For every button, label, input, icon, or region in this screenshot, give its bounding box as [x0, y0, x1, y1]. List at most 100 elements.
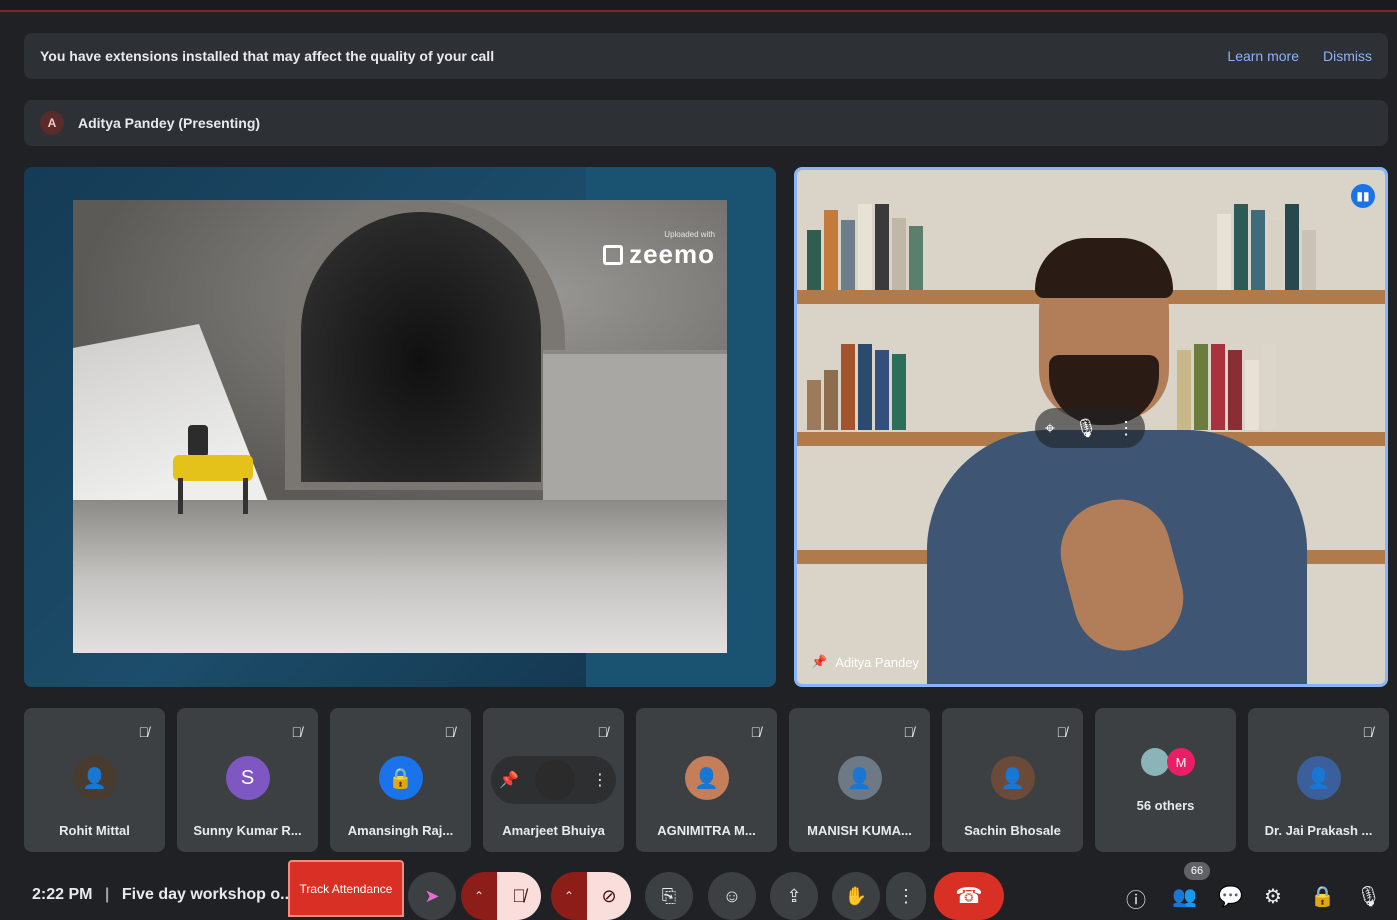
activities-icon[interactable]: ⚙	[1264, 884, 1282, 909]
participant-avatar: 👤	[837, 756, 882, 800]
mic-off-icon: 🎙̸	[750, 724, 762, 740]
participant-avatar	[535, 760, 576, 800]
present-icon: ⇪	[786, 885, 802, 906]
leave-call-button[interactable]: ☎	[934, 872, 1004, 920]
participant-name: Amarjeet Bhuiya	[502, 823, 605, 838]
dismiss-link[interactable]: Dismiss	[1323, 48, 1372, 64]
video-watermark: Uploaded with zeemo	[603, 230, 715, 270]
mic-off-icon: 🎙̸	[1056, 724, 1068, 740]
mic-off-icon: 🎙̸	[512, 885, 526, 906]
watermark-brand: zeemo	[603, 239, 715, 270]
present-screen-button[interactable]: ⇪	[770, 872, 818, 920]
learn-more-link[interactable]: Learn more	[1227, 48, 1299, 64]
books-row-2	[807, 340, 906, 430]
captions-button[interactable]: ⎘	[645, 872, 693, 920]
watermark-brand-text: zeemo	[629, 239, 715, 269]
participant-name: Dr. Jai Prakash ...	[1264, 823, 1373, 838]
watermark-caption: Uploaded with	[664, 230, 715, 239]
others-tile[interactable]: M 56 others	[1095, 708, 1236, 852]
participant-tile[interactable]: 🎙̸ 👤 Dr. Jai Prakash ...	[1248, 708, 1389, 852]
tile-hover-controls: 📌 ⋮	[491, 756, 616, 804]
more-vert-icon: ⋮	[897, 885, 915, 906]
participant-tile[interactable]: 🎙̸ 📌 ⋮ Amarjeet Bhuiya	[483, 708, 624, 852]
participant-avatar: M	[1167, 748, 1195, 776]
participant-tile[interactable]: 🎙̸ 👤 AGNIMITRA M...	[636, 708, 777, 852]
tunnel-opening	[301, 212, 541, 482]
books-row-1	[807, 200, 923, 290]
reactions-button[interactable]: ☺	[708, 872, 756, 920]
captions-icon: ⎘	[661, 885, 677, 906]
camera-off-icon: ⊘	[601, 885, 617, 906]
camera-toggle-button[interactable]: ⊘	[587, 872, 631, 920]
presenter-name: Aditya Pandey	[835, 654, 920, 670]
hand-icon: ✋	[844, 885, 868, 906]
audio-options-caret[interactable]: ⌃	[461, 872, 497, 920]
chat-icon[interactable]: 💬	[1218, 884, 1243, 909]
ground	[73, 500, 727, 653]
more-options-button[interactable]: ⋮	[886, 872, 926, 920]
participant-name: Amansingh Raj...	[347, 823, 454, 838]
mic-icon[interactable]: 🎙	[1075, 418, 1098, 439]
participant-avatar: 👤	[990, 756, 1035, 800]
cursor-icon: ➤	[424, 885, 440, 906]
screen-share-stage: Uploaded with zeemo	[24, 167, 776, 687]
participant-tiles: 🎙̸ 👤 Rohit Mittal 🎙̸ S Sunny Kumar R... …	[24, 708, 1390, 852]
people-icon[interactable]: 👥	[1172, 884, 1197, 909]
separator: |	[104, 886, 110, 903]
track-attendance-button[interactable]: Track Attendance	[288, 860, 404, 917]
mic-off-icon: 🎙̸	[597, 724, 609, 740]
participant-avatar: 👤	[1296, 756, 1341, 800]
pin-icon[interactable]: 📌	[499, 770, 519, 790]
robot-dog-legs	[178, 478, 248, 514]
presenting-bar: A Aditya Pandey (Presenting)	[24, 100, 1388, 146]
raise-hand-button[interactable]: ✋	[832, 872, 880, 920]
emoji-icon: ☺	[722, 885, 742, 906]
participant-tile[interactable]: 🎙̸ 👤 Rohit Mittal	[24, 708, 165, 852]
speaking-indicator-icon: ▮▮	[1351, 184, 1375, 208]
robot-arm	[188, 425, 208, 457]
participant-tile[interactable]: 🎙̸ S Sunny Kumar R...	[177, 708, 318, 852]
end-call-icon: ☎	[955, 883, 983, 908]
participant-tile[interactable]: 🎙̸ 👤 Sachin Bhosale	[942, 708, 1083, 852]
meeting-details: 2:22 PM | Five day workshop o...	[32, 886, 293, 904]
participant-avatar: 👤	[72, 756, 117, 800]
participant-avatar: S	[225, 756, 270, 800]
meeting-title: Five day workshop o...	[121, 886, 294, 903]
participant-tile[interactable]: 🎙̸ 👤 MANISH KUMA...	[789, 708, 930, 852]
mic-off-icon: 🎙̸	[444, 724, 456, 740]
participant-name: Rohit Mittal	[59, 823, 130, 838]
participant-avatar	[1141, 748, 1169, 776]
participant-name: Sachin Bhosale	[964, 823, 1061, 838]
extensions-warning-banner: You have extensions installed that may a…	[24, 33, 1388, 79]
more-options-icon[interactable]: ⋮	[592, 770, 608, 790]
presenter-person	[927, 210, 1307, 684]
mic-off-icon: 🎙̸	[903, 724, 915, 740]
zeemo-logo-icon	[603, 244, 624, 265]
presenting-label: Aditya Pandey (Presenting)	[78, 115, 261, 131]
participant-name: AGNIMITRA M...	[657, 823, 756, 838]
annotation-extension-button[interactable]: ➤	[408, 872, 456, 920]
shared-video-frame: Uploaded with zeemo	[73, 200, 727, 653]
presenter-avatar: A	[40, 111, 64, 135]
concrete-blocks	[543, 350, 727, 500]
mic-status-icon[interactable]: 🎙	[1356, 884, 1381, 909]
banner-message: You have extensions installed that may a…	[40, 48, 495, 64]
participant-count-badge: 66	[1184, 862, 1210, 880]
participant-name: MANISH KUMA...	[807, 823, 912, 838]
video-options-caret[interactable]: ⌃	[551, 872, 587, 920]
presenter-camera-tile[interactable]: ⌖ 🎙 ⋮ ▮▮ 📌 Aditya Pandey	[794, 167, 1388, 687]
microphone-toggle-button[interactable]: 🎙̸	[497, 872, 541, 920]
mic-off-icon: 🎙̸	[1362, 724, 1374, 740]
others-count: 56 others	[1136, 798, 1195, 813]
clock-time: 2:22 PM	[32, 886, 93, 903]
presenter-name-label: 📌 Aditya Pandey	[811, 654, 919, 670]
participant-tile[interactable]: 🎙̸ 🔒 Amansingh Raj...	[330, 708, 471, 852]
host-controls-icon[interactable]: 🔒	[1310, 884, 1335, 909]
tile-hover-controls: ⌖ 🎙 ⋮	[1035, 408, 1145, 448]
more-options-icon[interactable]: ⋮	[1117, 418, 1135, 439]
participant-name: Sunny Kumar R...	[193, 823, 302, 838]
unpin-icon[interactable]: ⌖	[1045, 418, 1055, 439]
mic-off-icon: 🎙̸	[138, 724, 150, 740]
meeting-info-icon[interactable]: ⓘ	[1126, 884, 1146, 913]
mic-off-icon: 🎙̸	[291, 724, 303, 740]
